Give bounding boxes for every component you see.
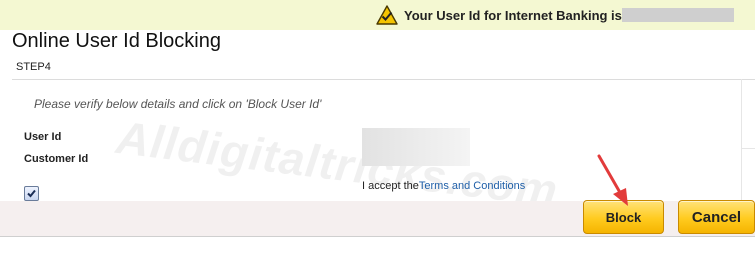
cancel-button[interactable]: Cancel [678,200,755,234]
instruction-text: Please verify below details and click on… [34,97,322,111]
terms-checkbox[interactable] [24,186,39,201]
accept-text: I accept the [362,180,419,192]
terms-link[interactable]: Terms and Conditions [419,180,525,192]
warning-icon [376,5,398,25]
user-id-label: User Id [24,131,62,143]
page-title: Online User Id Blocking [12,30,221,52]
top-banner: Your User Id for Internet Banking is : [0,0,755,30]
checkmark-icon [27,189,36,198]
banner-message: Your User Id for Internet Banking is : [404,8,630,23]
terms-acceptance: I accept theTerms and Conditions [362,180,525,192]
red-arrow-icon [597,154,628,206]
step-indicator: STEP4 [16,61,51,73]
masked-user-id [622,8,734,22]
panel-divider [741,79,742,201]
customer-id-label: Customer Id [24,153,89,165]
masked-id-values [362,128,470,166]
panel-divider-tab [741,148,755,149]
